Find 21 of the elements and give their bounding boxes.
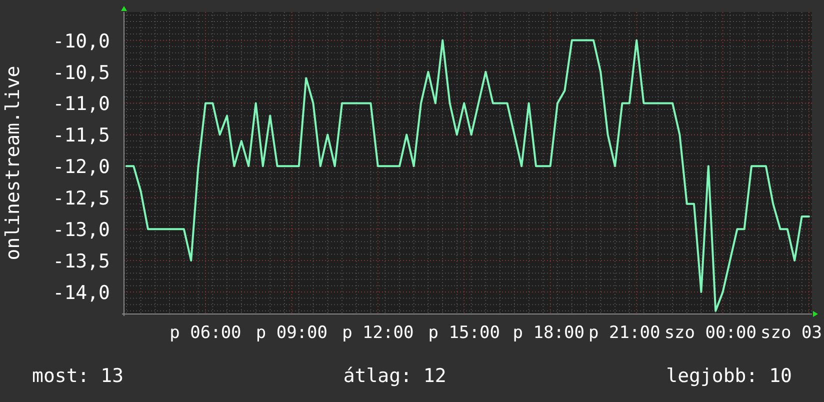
y-tick-label: -11,5 bbox=[52, 124, 110, 147]
x-tick-label: p 09:00 bbox=[256, 323, 328, 343]
x-tick-label: p 18:00 bbox=[512, 323, 584, 343]
x-tick-label: szo 03 bbox=[760, 323, 822, 343]
stat-text: legjobb: 10 bbox=[666, 365, 792, 387]
y-tick-label: -10,5 bbox=[52, 62, 110, 84]
y-tick-label: -11,0 bbox=[52, 93, 110, 116]
y-tick-label: -12,5 bbox=[52, 188, 110, 210]
x-tick-label: p 15:00 bbox=[428, 323, 500, 343]
y-tick-label: -10,0 bbox=[52, 30, 110, 52]
y-tick-label: -12,0 bbox=[52, 156, 110, 178]
y-axis-label: onlinestream.live bbox=[2, 66, 24, 260]
stat-text: most: 13 bbox=[32, 365, 124, 387]
x-tick-label: p 06:00 bbox=[170, 323, 242, 343]
x-tick-label: szo 00:00 bbox=[664, 323, 756, 343]
x-tick-label: p 12:00 bbox=[342, 323, 414, 343]
stat-text: átlag: 12 bbox=[343, 365, 446, 387]
x-tick-label: p 21:00 bbox=[588, 323, 660, 343]
y-tick-label: -13,5 bbox=[52, 250, 110, 273]
y-tick-label: -14,0 bbox=[52, 282, 110, 304]
y-tick-label: -13,0 bbox=[52, 219, 110, 242]
